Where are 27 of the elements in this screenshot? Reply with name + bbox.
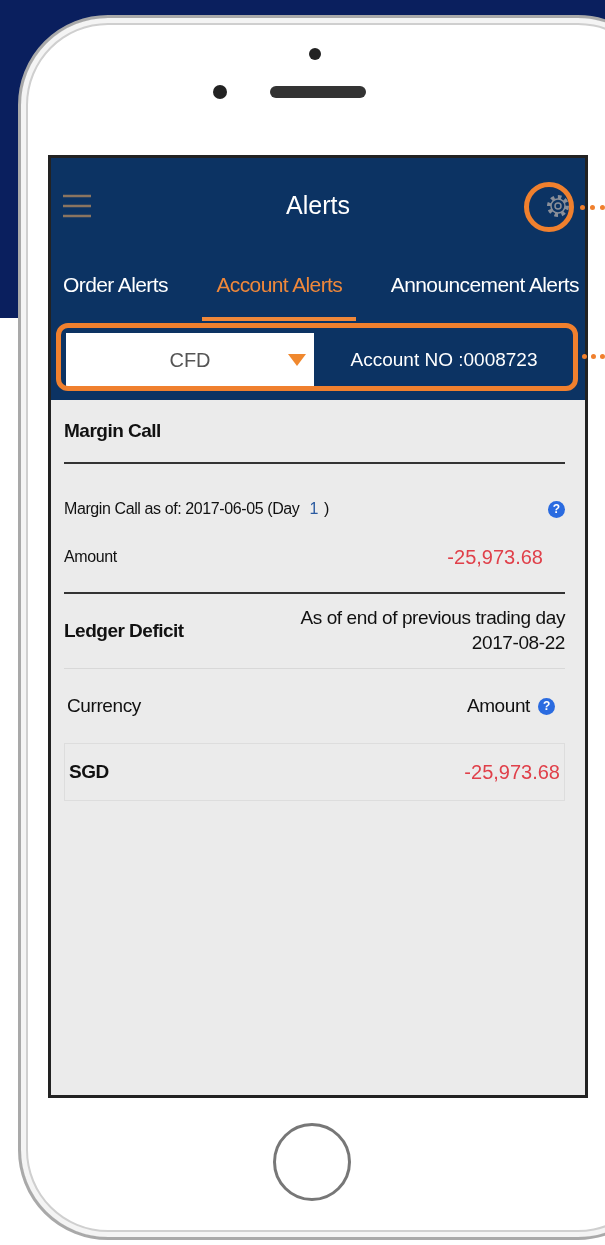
tab[interactable]: Order Alerts	[63, 253, 182, 321]
caret-icon	[288, 354, 306, 366]
currency-cell-text: SGD	[69, 759, 109, 784]
column-header: Amount	[466, 693, 530, 718]
tab[interactable]: Account Alerts	[202, 253, 357, 321]
home-button[interactable]	[273, 1123, 351, 1201]
column-header: Currency	[67, 693, 141, 718]
product-dropdown[interactable]: CFD	[66, 333, 314, 387]
as-of-text: Margin Call as of: 2017-06-05 (Day 1 )	[64, 499, 329, 519]
screen-title: Alerts	[286, 189, 350, 221]
camera-dot	[309, 48, 321, 60]
camera-dot	[213, 85, 227, 99]
settings-icon[interactable]	[545, 192, 571, 219]
help-icon[interactable]: ?	[538, 697, 555, 715]
leader-line	[582, 354, 605, 359]
field-label: Amount	[64, 547, 117, 567]
highlight-circle	[524, 182, 574, 232]
date-note: As of end of previous trading day	[300, 606, 565, 631]
amount-cell-text: -25,973.68	[464, 760, 560, 785]
leader-line	[580, 205, 605, 210]
amount-value: -25,973.68	[447, 545, 543, 570]
date-value: 2017-08-22	[470, 631, 565, 655]
help-icon[interactable]: ?	[548, 500, 565, 518]
section-title: Margin Call	[64, 418, 161, 443]
section-title: Ledger Deficit	[64, 618, 184, 643]
account-number: Account NO :0008723	[349, 347, 539, 372]
tab[interactable]: Announcement Alerts	[376, 253, 579, 321]
